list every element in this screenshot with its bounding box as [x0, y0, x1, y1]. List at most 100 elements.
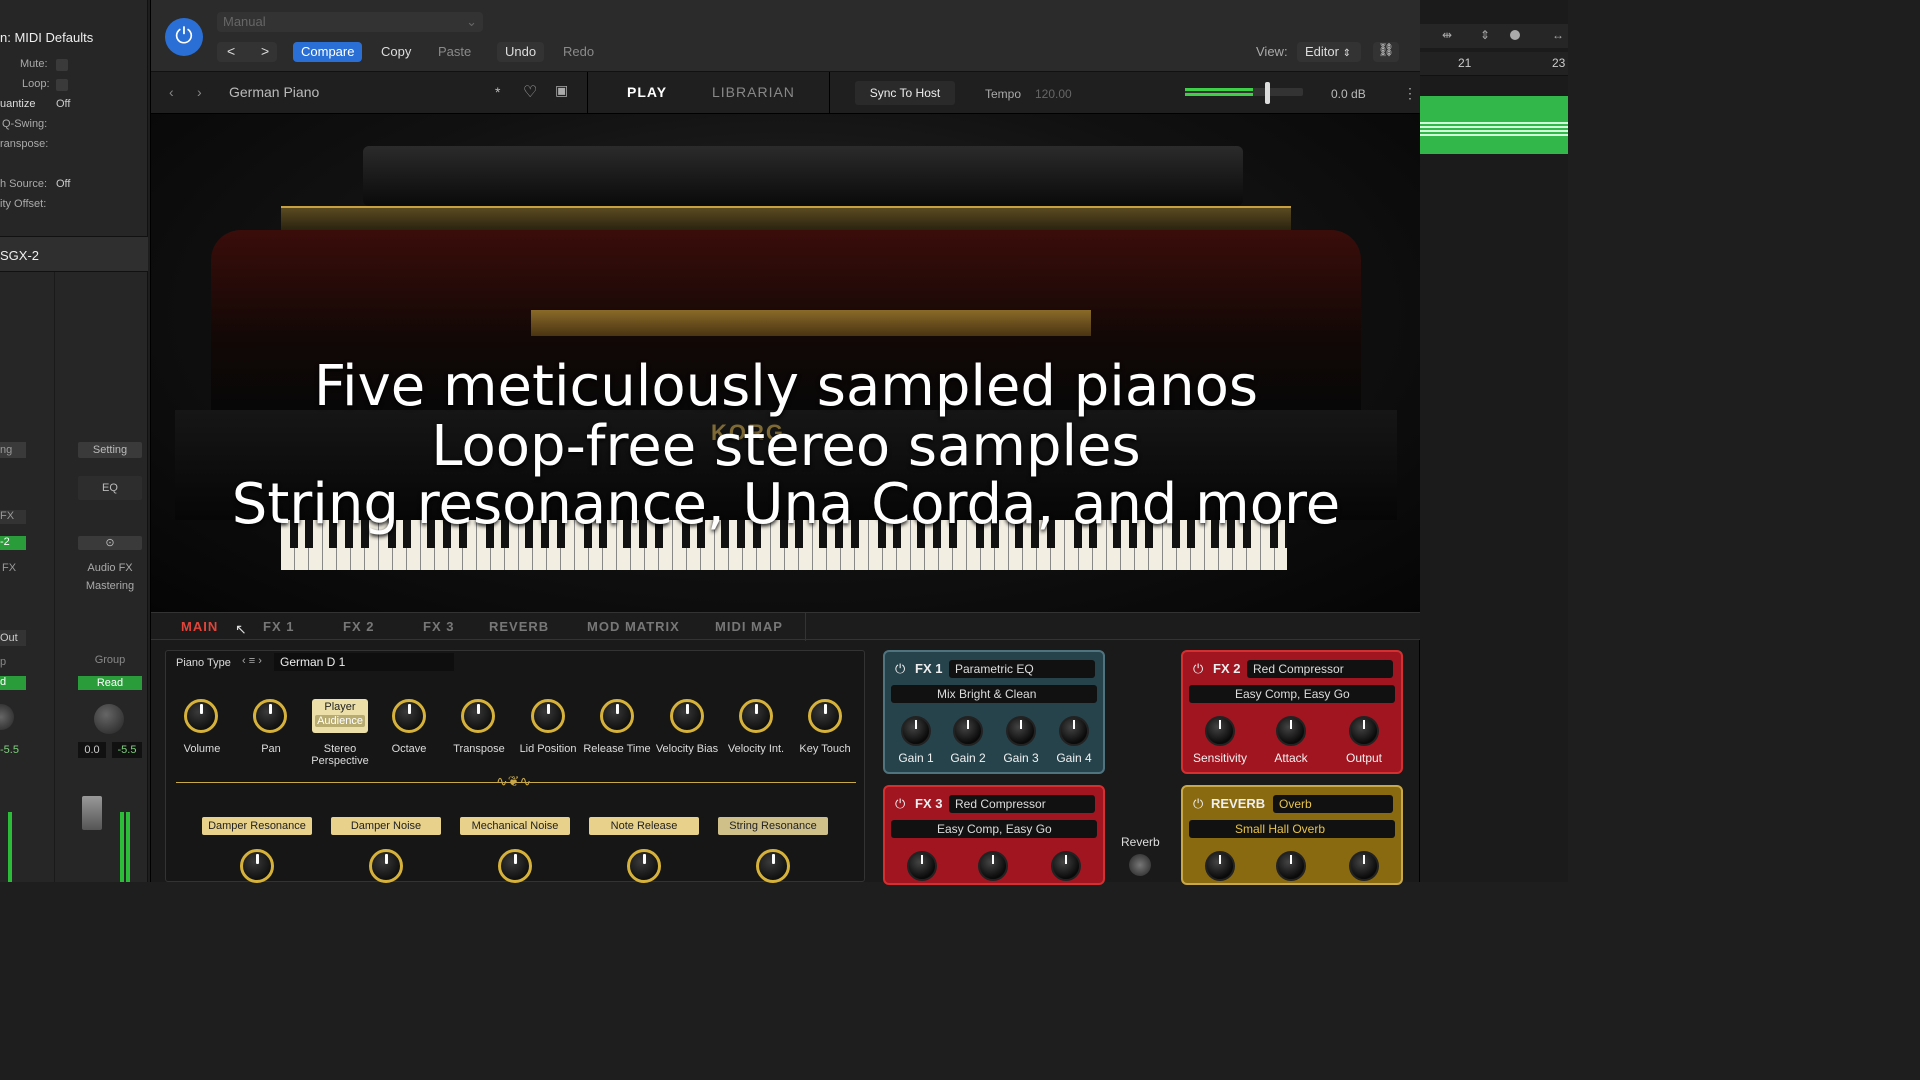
tab-fx2[interactable]: FX 2 [343, 619, 374, 634]
ruler[interactable]: 21 23 [1420, 52, 1568, 76]
link-icon[interactable]: ⛓ [1373, 42, 1399, 62]
audio-fx-slot-a[interactable]: FX [2, 562, 16, 574]
mastering-label[interactable]: Mastering [78, 580, 142, 592]
volume-slider[interactable] [1185, 88, 1303, 96]
fx3-knob-3[interactable] [1051, 851, 1081, 881]
eq-button[interactable]: EQ [78, 476, 142, 500]
volume-handle[interactable] [1265, 82, 1270, 104]
audio-fx-label[interactable]: Audio FX [78, 562, 142, 574]
lid-position-knob[interactable] [531, 699, 565, 733]
next-preset-icon[interactable]: > [261, 43, 269, 59]
tab-play[interactable]: PLAY [627, 84, 667, 100]
player-option[interactable]: Player [312, 699, 368, 713]
reverb-knob-1[interactable] [1205, 851, 1235, 881]
reverb-knob-3[interactable] [1349, 851, 1379, 881]
gain1-knob[interactable] [901, 716, 931, 746]
tab-fx1[interactable]: FX 1 [263, 619, 294, 634]
tab-fx3[interactable]: FX 3 [423, 619, 454, 634]
undo-button[interactable]: Undo [497, 42, 545, 62]
setting-button-a[interactable]: ng [0, 442, 26, 458]
note-release-knob[interactable] [627, 849, 661, 883]
piano-type-nav-icon[interactable]: ‹ ≡ › [242, 655, 262, 667]
zoom-fit-icon[interactable]: ⇹ [1442, 28, 1452, 42]
fx2-preset-select[interactable]: Easy Comp, Easy Go [1189, 685, 1395, 703]
reverb-preset-select[interactable]: Small Hall Overb [1189, 820, 1395, 838]
tab-main[interactable]: MAIN [181, 619, 218, 634]
save-icon[interactable]: ▣ [555, 82, 568, 99]
link-icon[interactable]: ⊙ [78, 536, 142, 550]
program-name[interactable]: German Piano [229, 84, 319, 100]
power-icon[interactable]: ⏻ [895, 796, 905, 812]
stereo-perspective-switch[interactable]: Player Audience [312, 699, 368, 733]
output-button[interactable]: Out [0, 630, 26, 646]
paste-button[interactable]: Paste [430, 42, 479, 62]
sensitivity-knob[interactable] [1205, 716, 1235, 746]
power-icon[interactable]: ⏻ [1193, 796, 1203, 812]
track-header[interactable]: SGX-2 [0, 236, 148, 272]
zoom-slider[interactable] [1510, 30, 1520, 40]
reverb-knob-2[interactable] [1276, 851, 1306, 881]
string-resonance-knob[interactable] [756, 849, 790, 883]
instrument-slot[interactable]: -2 [0, 536, 26, 550]
pan-knob-a[interactable] [0, 704, 14, 730]
preset-dropdown[interactable]: Manual ⌄ [217, 12, 483, 32]
tab-librarian[interactable]: LIBRARIAN [712, 84, 795, 100]
pan-knob[interactable] [253, 699, 287, 733]
fx2-type-select[interactable]: Red Compressor [1247, 660, 1393, 678]
loop-checkbox[interactable] [56, 79, 68, 91]
prev-preset-icon[interactable]: < [227, 43, 235, 59]
volume-value[interactable]: 0.0 [78, 742, 106, 758]
release-time-knob[interactable] [600, 699, 634, 733]
group-button[interactable]: Group [78, 654, 142, 666]
output-knob[interactable] [1349, 716, 1379, 746]
compare-button[interactable]: Compare [293, 42, 363, 62]
piano-type-select[interactable]: German D 1 [274, 653, 454, 671]
sync-to-host-button[interactable]: Sync To Host [855, 81, 955, 105]
redo-button[interactable]: Redo [555, 42, 602, 62]
group-a[interactable]: p [0, 656, 6, 668]
source-value[interactable]: Off [56, 178, 70, 190]
octave-knob[interactable] [392, 699, 426, 733]
fx3-knob-1[interactable] [907, 851, 937, 881]
automation-a[interactable]: d [0, 676, 26, 690]
tempo-value[interactable]: 120.00 [1035, 87, 1072, 101]
tab-mod-matrix[interactable]: MOD MATRIX [587, 619, 680, 634]
pan-knob[interactable] [94, 704, 124, 734]
horizontal-zoom-icon[interactable]: ↔ [1552, 28, 1564, 42]
fx1-preset-select[interactable]: Mix Bright & Clean [891, 685, 1097, 703]
fx3-preset-select[interactable]: Easy Comp, Easy Go [891, 820, 1097, 838]
tab-midi-map[interactable]: MIDI MAP [715, 619, 783, 634]
power-icon[interactable]: ⏻ [895, 661, 905, 677]
prev-program-icon[interactable]: ‹ [169, 84, 174, 100]
reverb-send-knob[interactable] [1129, 854, 1151, 876]
fx1-type-select[interactable]: Parametric EQ [949, 660, 1095, 678]
gain2-knob[interactable] [953, 716, 983, 746]
mute-checkbox[interactable] [56, 59, 68, 71]
velocity-bias-knob[interactable] [670, 699, 704, 733]
view-select[interactable]: Editor ⇕ [1297, 42, 1361, 62]
fx-slot-a[interactable]: FX [0, 510, 26, 524]
setting-button[interactable]: Setting [78, 442, 142, 458]
tab-reverb[interactable]: REVERB [489, 619, 549, 634]
damper-resonance-knob[interactable] [240, 849, 274, 883]
attack-knob[interactable] [1276, 716, 1306, 746]
fx3-type-select[interactable]: Red Compressor [949, 795, 1095, 813]
quantize-value[interactable]: Off [56, 98, 70, 110]
velocity-int-knob[interactable] [739, 699, 773, 733]
damper-noise-knob[interactable] [369, 849, 403, 883]
mechanical-noise-knob[interactable] [498, 849, 532, 883]
vertical-zoom-icon[interactable]: ⇕ [1480, 28, 1490, 42]
next-program-icon[interactable]: › [197, 84, 202, 100]
gain4-knob[interactable] [1059, 716, 1089, 746]
key-touch-knob[interactable] [808, 699, 842, 733]
more-icon[interactable]: ⋮ [1403, 85, 1417, 102]
heart-icon[interactable]: ♡ [523, 82, 537, 102]
volume-knob[interactable] [184, 699, 218, 733]
automation-read[interactable]: Read [78, 676, 142, 690]
audience-option[interactable]: Audience [315, 715, 365, 727]
midi-region[interactable] [1420, 96, 1568, 154]
gain3-knob[interactable] [1006, 716, 1036, 746]
reverb-type-select[interactable]: Overb [1273, 795, 1393, 813]
volume-fader[interactable] [82, 796, 102, 830]
fx3-knob-2[interactable] [978, 851, 1008, 881]
